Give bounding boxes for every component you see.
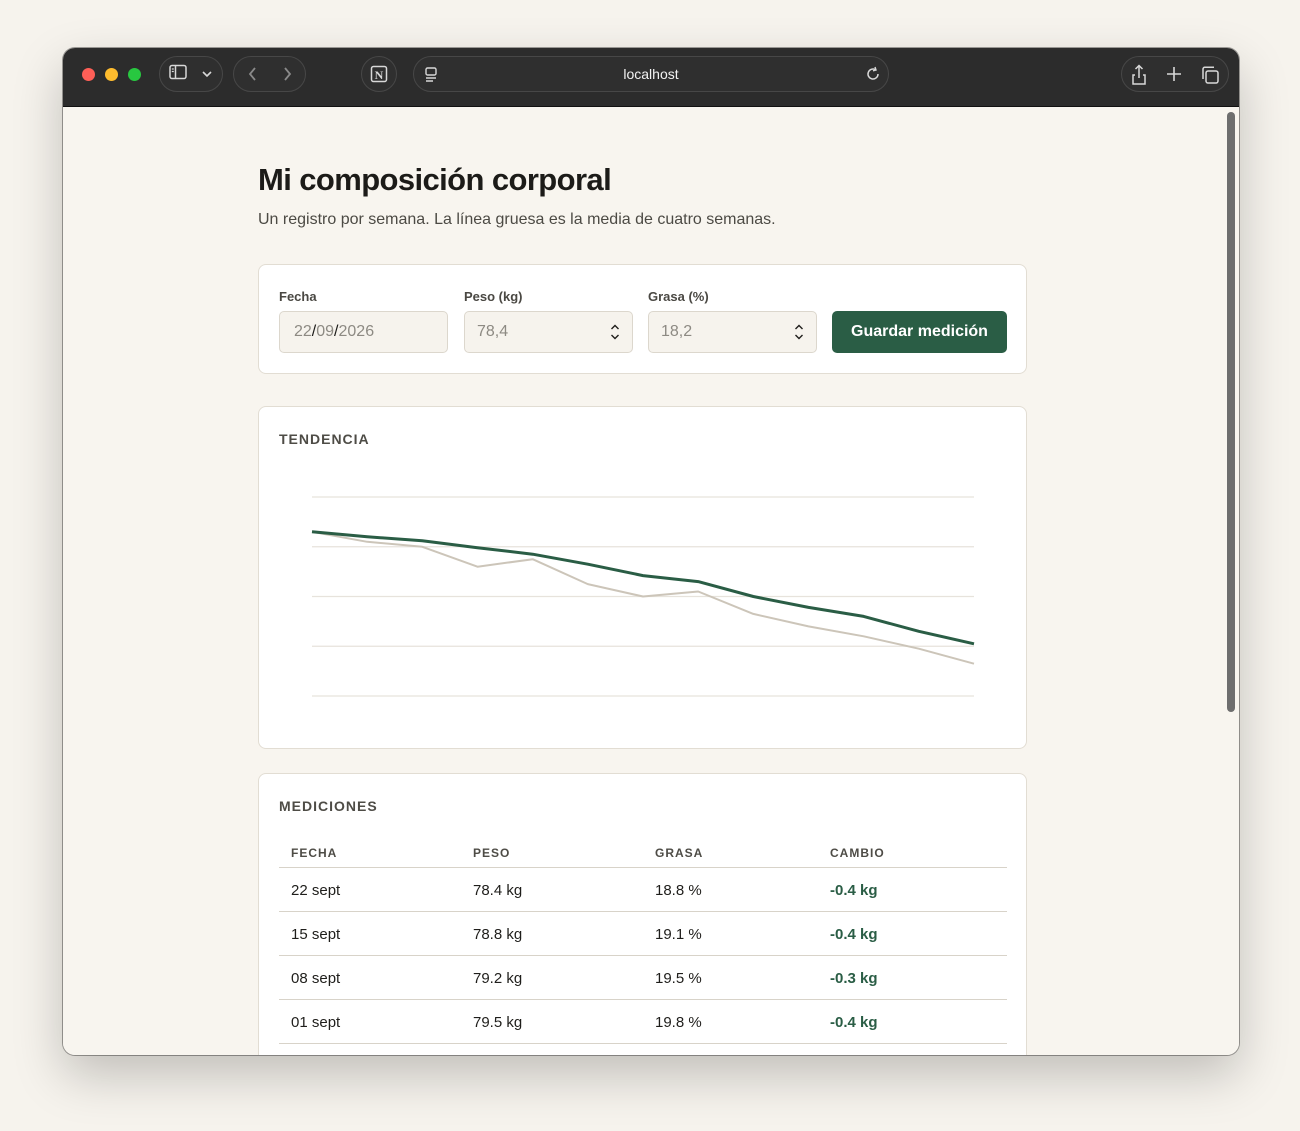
share-icon[interactable]: [1128, 64, 1150, 85]
history-nav-group: [233, 56, 306, 92]
page-subtitle: Un registro por semana. La línea gruesa …: [258, 211, 776, 228]
page-title: Mi composición corporal: [258, 162, 612, 197]
trend-chart: [311, 496, 975, 697]
row-fat: 18.8 %: [655, 882, 702, 899]
weight-value: 78,4: [477, 323, 509, 340]
notion-icon: N: [368, 64, 390, 84]
new-tab-icon[interactable]: [1163, 65, 1185, 85]
weight-stepper-icon[interactable]: [610, 322, 620, 342]
average-trend-line: [311, 530, 975, 646]
header-date: FECHA: [291, 846, 338, 860]
tab-overview-icon[interactable]: [1199, 65, 1221, 85]
weekly-trend-line: [311, 530, 975, 665]
date-field[interactable]: 22/09/2026: [279, 311, 448, 353]
header-fat: GRASA: [655, 846, 704, 860]
row-fat: 19.8 %: [655, 1014, 702, 1031]
close-window-button[interactable]: [82, 68, 95, 81]
fat-stepper-icon[interactable]: [794, 322, 804, 342]
chevron-down-icon[interactable]: [196, 65, 218, 85]
row-weight: 78.4 kg: [473, 882, 523, 899]
date-field-label: Fecha: [279, 289, 317, 304]
table-row: 22 sept 78.4 kg 18.8 % -0.4 kg: [279, 868, 1007, 912]
header-weight: PESO: [473, 846, 511, 860]
date-month: 09: [316, 323, 335, 340]
row-change: -0.4 kg: [830, 882, 878, 899]
row-weight: 79.5 kg: [473, 1014, 523, 1031]
sidebar-toggle-group[interactable]: [159, 56, 223, 92]
row-date: 08 sept: [291, 970, 341, 987]
row-change: -0.4 kg: [830, 926, 878, 943]
measurements-table: FECHA PESO GRASA CAMBIO 22 sept 78.4 kg …: [279, 834, 1007, 1044]
date-day: 22: [294, 323, 312, 340]
notion-extension-button[interactable]: N: [361, 56, 397, 92]
scrollbar-thumb[interactable]: [1227, 112, 1235, 712]
window-actions-group: [1121, 56, 1229, 92]
forward-arrow-icon[interactable]: [276, 65, 298, 85]
table-row: 01 sept 79.5 kg 19.8 % -0.4 kg: [279, 1000, 1007, 1044]
row-date: 15 sept: [291, 926, 341, 943]
zoom-window-button[interactable]: [128, 68, 141, 81]
row-change: -0.3 kg: [830, 970, 878, 987]
table-row: 08 sept 79.2 kg 19.5 % -0.3 kg: [279, 956, 1007, 1000]
row-date: 01 sept: [291, 1014, 341, 1031]
svg-text:N: N: [375, 68, 384, 82]
measurement-form: Fecha 22/09/2026 Peso (kg) 78,4 Grasa (%…: [258, 264, 1027, 374]
measurements-card: MEDICIONES FECHA PESO GRASA CAMBIO 22 se…: [258, 773, 1027, 1055]
minimize-window-button[interactable]: [105, 68, 118, 81]
measurements-title: MEDICIONES: [279, 798, 378, 814]
page-viewport: Mi composición corporal Un registro por …: [63, 108, 1239, 1055]
fat-value: 18,2: [661, 323, 693, 340]
row-fat: 19.1 %: [655, 926, 702, 943]
row-fat: 19.5 %: [655, 970, 702, 987]
header-change: CAMBIO: [830, 846, 885, 860]
weight-field[interactable]: 78,4: [464, 311, 633, 353]
back-arrow-icon[interactable]: [242, 65, 264, 85]
fat-field-label: Grasa (%): [648, 289, 709, 304]
reload-icon[interactable]: [862, 65, 884, 85]
weight-field-label: Peso (kg): [464, 289, 523, 304]
row-weight: 79.2 kg: [473, 970, 523, 987]
save-measurement-button[interactable]: Guardar medición: [832, 311, 1007, 353]
row-change: -0.4 kg: [830, 1014, 878, 1031]
trend-card: TENDENCIA: [258, 406, 1027, 749]
table-row: 15 sept 78.8 kg 19.1 % -0.4 kg: [279, 912, 1007, 956]
address-bar[interactable]: localhost: [413, 56, 889, 92]
browser-toolbar: N localhost: [63, 48, 1239, 107]
sidebar-icon[interactable]: [167, 64, 189, 84]
row-weight: 78.8 kg: [473, 926, 523, 943]
url-text[interactable]: localhost: [414, 66, 888, 82]
date-year: 2026: [338, 323, 375, 340]
fat-field[interactable]: 18,2: [648, 311, 817, 353]
table-header: FECHA PESO GRASA CAMBIO: [279, 834, 1007, 868]
browser-window: N localhost Mi composición corporal Un r…: [63, 48, 1239, 1055]
row-date: 22 sept: [291, 882, 341, 899]
